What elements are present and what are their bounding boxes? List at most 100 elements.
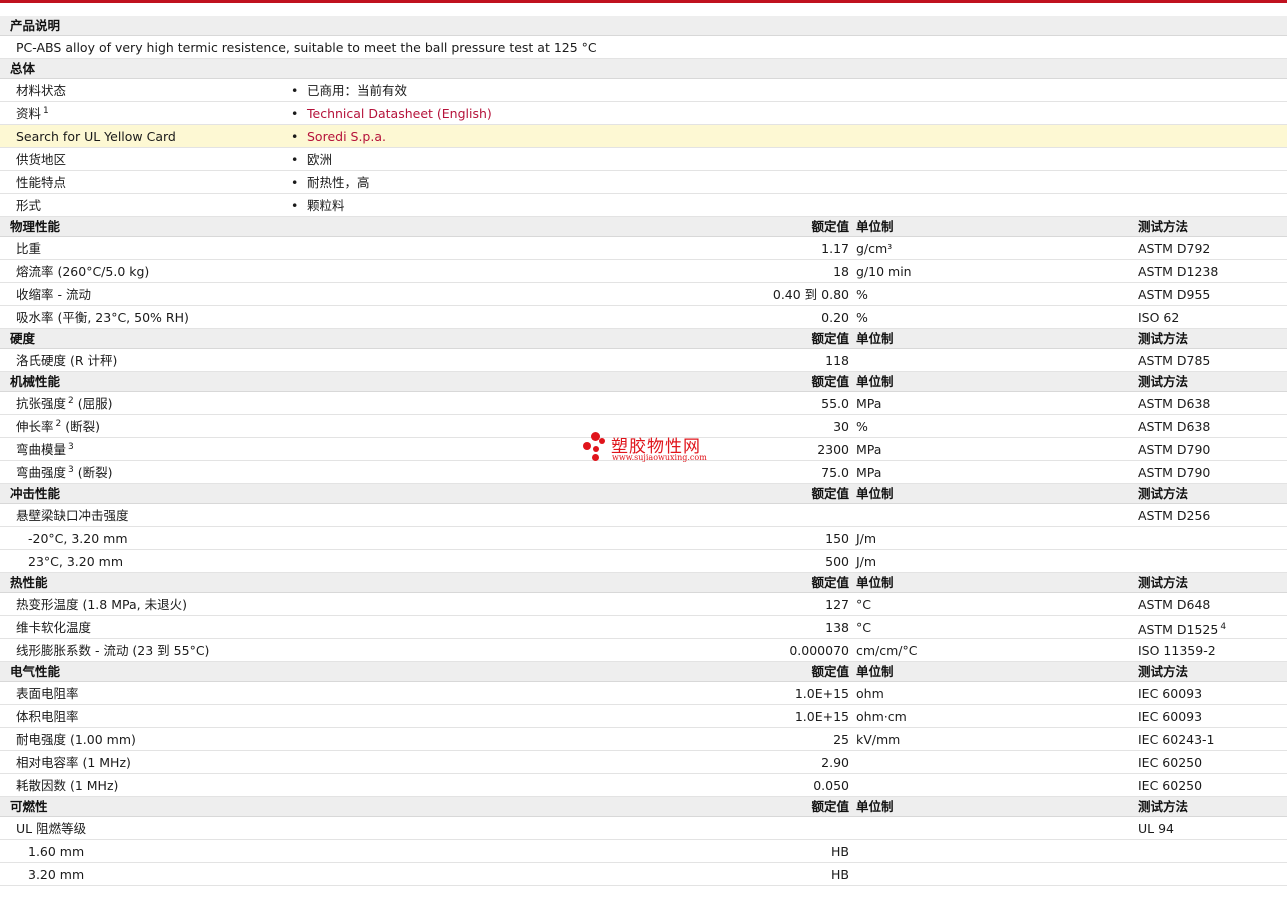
table-row: 耐电强度 (1.00 mm) 25 kV/mm IEC 60243-1 — [0, 728, 1287, 751]
table-row: 热变形温度 (1.8 MPa, 未退火) 127 °C ASTM D648 — [0, 593, 1287, 616]
general-row-features: 性能特点 耐热性，高 — [0, 171, 1287, 194]
table-row: 比重 1.17 g/cm³ ASTM D792 — [0, 237, 1287, 260]
row-unit: g/cm³ — [856, 241, 893, 256]
row-value: 30 — [833, 419, 849, 434]
row-method: ISO 62 — [1138, 310, 1180, 325]
col-header-value: 额定值 — [811, 799, 849, 814]
table-row: 线形膨胀系数 - 流动 (23 到 55°C) 0.000070 cm/cm/°… — [0, 639, 1287, 662]
row-label: 形式 — [16, 198, 42, 213]
row-label: 3.20 mm — [28, 867, 85, 882]
section-title: 产品说明 — [10, 18, 61, 33]
row-label: 悬壁梁缺口冲击强度 — [16, 508, 129, 523]
row-unit: °C — [856, 597, 871, 612]
description-row: PC-ABS alloy of very high termic resiste… — [0, 36, 1287, 59]
row-method: ASTM D955 — [1138, 287, 1211, 302]
table-row: 23°C, 3.20 mm 500 J/m — [0, 550, 1287, 573]
section-title: 物理性能 — [10, 219, 61, 234]
col-header-unit: 单位制 — [856, 664, 894, 679]
col-header-unit: 单位制 — [856, 219, 894, 234]
section-electrical: 电气性能 额定值 单位制 测试方法 — [0, 662, 1287, 682]
section-description: 产品说明 — [0, 16, 1287, 36]
footnote-ref: 1 — [43, 106, 49, 116]
col-header-method: 测试方法 — [1138, 486, 1189, 501]
row-label: 供货地区 — [16, 152, 67, 167]
row-value: 2.90 — [821, 755, 849, 770]
watermark-logo: 塑胶物性网 www.sujiaowuxing.com — [583, 430, 713, 464]
table-row: 表面电阻率 1.0E+15 ohm IEC 60093 — [0, 682, 1287, 705]
table-row: 耗散因数 (1 MHz) 0.050 IEC 60250 — [0, 774, 1287, 797]
row-label: 伸长率 2 (断裂) — [16, 419, 100, 434]
row-method: ASTM D790 — [1138, 442, 1211, 457]
row-value: 欧洲 — [291, 152, 332, 167]
row-label: 吸水率 (平衡, 23°C, 50% RH) — [16, 310, 189, 325]
datasheet-link-item: Technical Datasheet (English) — [291, 106, 492, 121]
table-row: 3.20 mm HB — [0, 863, 1287, 886]
section-mechanical: 机械性能 额定值 单位制 测试方法 — [0, 372, 1287, 392]
row-value: 0.20 — [821, 310, 849, 325]
col-header-value: 额定值 — [811, 486, 849, 501]
row-method: ASTM D790 — [1138, 465, 1211, 480]
row-unit: % — [856, 310, 868, 325]
table-row: 1.60 mm HB — [0, 840, 1287, 863]
row-label: 熔流率 (260°C/5.0 kg) — [16, 264, 150, 279]
logo-dot-icon — [599, 438, 605, 444]
row-value: 0.40 到 0.80 — [772, 287, 849, 302]
supplier-link-item: Soredi S.p.a. — [291, 129, 386, 144]
section-hardness: 硬度 额定值 单位制 测试方法 — [0, 329, 1287, 349]
col-header-method: 测试方法 — [1138, 331, 1189, 346]
row-value: 2300 — [817, 442, 849, 457]
row-value: HB — [831, 844, 849, 859]
row-label: 1.60 mm — [28, 844, 85, 859]
row-value: 1.17 — [821, 241, 849, 256]
row-value: 1.0E+15 — [794, 686, 849, 701]
row-unit: MPa — [856, 442, 882, 457]
section-title: 机械性能 — [10, 374, 61, 389]
col-header-method: 测试方法 — [1138, 374, 1189, 389]
section-physical: 物理性能 额定值 单位制 测试方法 — [0, 217, 1287, 237]
col-header-method: 测试方法 — [1138, 799, 1189, 814]
row-label: 抗张强度 2 (屈服) — [16, 396, 113, 411]
watermark-url: www.sujiaowuxing.com — [612, 453, 707, 462]
row-label: 耗散因数 (1 MHz) — [16, 778, 119, 793]
table-row: 相对电容率 (1 MHz) 2.90 IEC 60250 — [0, 751, 1287, 774]
row-method: IEC 60250 — [1138, 778, 1203, 793]
row-method: ASTM D1238 — [1138, 264, 1219, 279]
row-value: 150 — [825, 531, 849, 546]
row-label: UL 阻燃等级 — [16, 821, 87, 836]
row-unit: MPa — [856, 465, 882, 480]
general-row-status: 材料状态 已商用：当前有效 — [0, 79, 1287, 102]
row-value: 500 — [825, 554, 849, 569]
footnote-ref: 2 — [68, 396, 74, 406]
row-label: 23°C, 3.20 mm — [28, 554, 123, 569]
row-unit: % — [856, 287, 868, 302]
col-header-value: 额定值 — [811, 575, 849, 590]
table-row: 吸水率 (平衡, 23°C, 50% RH) 0.20 % ISO 62 — [0, 306, 1287, 329]
row-label: 弯曲模量 3 — [16, 442, 74, 457]
datasheet-link[interactable]: Technical Datasheet (English) — [307, 106, 492, 121]
table-row: 洛氏硬度 (R 计秤) 118 ASTM D785 — [0, 349, 1287, 372]
supplier-link[interactable]: Soredi S.p.a. — [307, 129, 386, 144]
row-label: 资料 1 — [16, 106, 49, 121]
row-value: 55.0 — [821, 396, 849, 411]
table-row: 维卡软化温度 138 °C ASTM D1525 4 — [0, 616, 1287, 639]
col-header-value: 额定值 — [811, 374, 849, 389]
logo-dot-icon — [593, 446, 599, 452]
col-header-method: 测试方法 — [1138, 575, 1189, 590]
row-method: IEC 60093 — [1138, 686, 1203, 701]
table-row-partial — [0, 886, 1287, 909]
row-method: ASTM D792 — [1138, 241, 1211, 256]
general-row-ul-yellow-card: Search for UL Yellow Card Soredi S.p.a. — [0, 125, 1287, 148]
table-row: UL 阻燃等级 UL 94 — [0, 817, 1287, 840]
section-title: 硬度 — [10, 331, 36, 346]
logo-dot-icon — [583, 442, 591, 450]
section-title: 冲击性能 — [10, 486, 61, 501]
row-method: ASTM D785 — [1138, 353, 1211, 368]
row-unit: % — [856, 419, 868, 434]
col-header-unit: 单位制 — [856, 331, 894, 346]
row-unit: °C — [856, 620, 871, 635]
row-label: 表面电阻率 — [16, 686, 79, 701]
row-unit: cm/cm/°C — [856, 643, 918, 658]
row-value: HB — [831, 867, 849, 882]
row-value: 75.0 — [821, 465, 849, 480]
row-unit: ohm — [856, 686, 884, 701]
